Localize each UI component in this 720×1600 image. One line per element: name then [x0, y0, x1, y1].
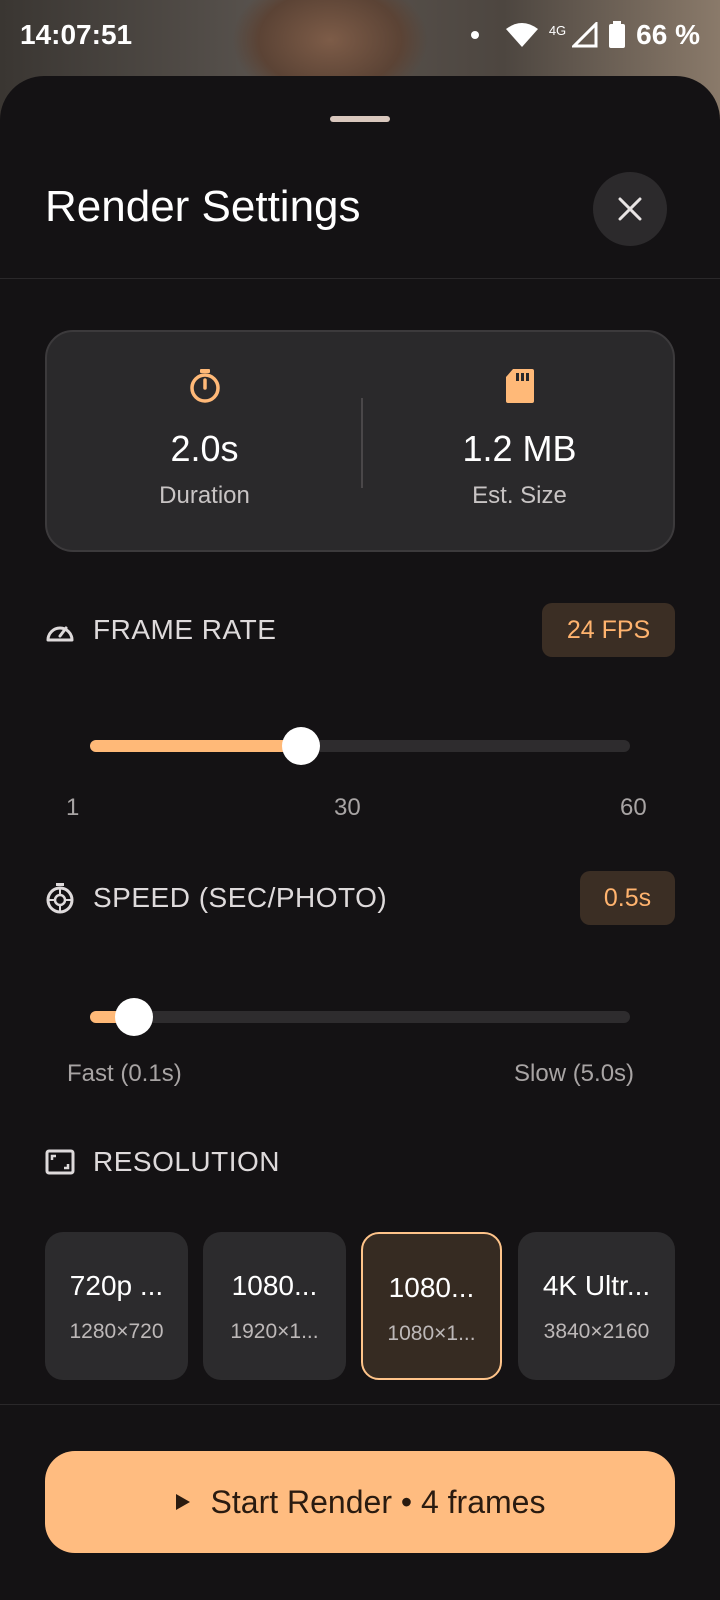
- render-summary-card: 2.0s Duration 1.2 MB Est. Size: [45, 330, 675, 552]
- battery-icon: [609, 21, 626, 48]
- resolution-option-name: 1080...: [388, 1272, 475, 1303]
- resolution-option-name: 1080...: [231, 1270, 318, 1301]
- resolution-option-dims: 1280×720: [69, 1320, 164, 1343]
- duration-stat: 2.0s Duration: [47, 332, 362, 554]
- frame-rate-label: FRAME RATE: [93, 614, 277, 645]
- size-stat: 1.2 MB Est. Size: [362, 332, 677, 554]
- duration-value: 2.0s: [170, 428, 239, 469]
- start-render-button[interactable]: Start Render • 4 frames: [45, 1451, 675, 1553]
- frame-rate-thumb[interactable]: [281, 727, 320, 765]
- status-icons: 4G 66 %: [470, 19, 700, 51]
- sd-card-icon: [505, 369, 534, 403]
- resolution-option-1080-landscape[interactable]: 1080... 1920×1...: [203, 1232, 346, 1380]
- frame-rate-fill: [90, 740, 301, 752]
- speed-label: SPEED (SEC/PHOTO): [93, 882, 388, 913]
- resolution-option-name: 720p ...: [69, 1270, 164, 1301]
- resolution-option-dims: 1920×1...: [230, 1320, 319, 1343]
- status-bar: 14:07:51 4G 66 %: [0, 0, 720, 70]
- frame-rate-badge: 24 FPS: [542, 603, 675, 657]
- speedometer-icon: [46, 626, 74, 642]
- speed-slider[interactable]: [90, 998, 630, 1036]
- drag-handle[interactable]: [330, 116, 390, 122]
- resolution-option-4k[interactable]: 4K Ultr... 3840×2160: [518, 1232, 675, 1380]
- notification-dot-icon: [470, 31, 479, 39]
- size-label: Est. Size: [472, 482, 567, 509]
- wifi-icon: [505, 23, 538, 47]
- timer-icon: [189, 369, 220, 403]
- header-divider: [0, 278, 720, 279]
- speed-thumb[interactable]: [115, 998, 154, 1036]
- speed-min-label: Fast (0.1s): [67, 1060, 182, 1087]
- frame-rate-tick-mid: 30: [334, 794, 361, 821]
- resolution-option-1080-portrait[interactable]: 1080... 1080×1...: [361, 1232, 502, 1380]
- resolution-option-dims: 1080×1...: [387, 1322, 476, 1345]
- frame-rate-tick-min: 1: [66, 794, 80, 821]
- speed-header: SPEED (SEC/PHOTO): [45, 882, 387, 914]
- speed-max-label: Slow (5.0s): [514, 1060, 635, 1087]
- resolution-label: RESOLUTION: [93, 1146, 281, 1177]
- render-settings-sheet: Render Settings 2.0s Duration 1.2 MB Est…: [0, 76, 720, 1600]
- resolution-header: RESOLUTION: [45, 1146, 280, 1178]
- signal-icon: [572, 22, 598, 48]
- frame-rate-header: FRAME RATE: [45, 614, 276, 646]
- play-icon: [175, 1494, 190, 1510]
- speed-badge: 0.5s: [580, 871, 675, 925]
- sheet-title: Render Settings: [45, 182, 361, 231]
- size-value: 1.2 MB: [462, 428, 577, 469]
- status-time: 14:07:51: [20, 19, 133, 50]
- stopwatch-icon: [46, 883, 74, 914]
- resolution-option-720p[interactable]: 720p ... 1280×720: [45, 1232, 188, 1380]
- footer-divider: [0, 1404, 720, 1405]
- close-icon: [618, 197, 642, 221]
- start-render-label: Start Render • 4 frames: [210, 1483, 546, 1520]
- close-button[interactable]: [593, 172, 667, 246]
- battery-percent: 66 %: [636, 19, 700, 50]
- resolution-option-name: 4K Ultr...: [542, 1270, 651, 1301]
- resolution-option-dims: 3840×2160: [543, 1320, 650, 1343]
- duration-label: Duration: [159, 482, 250, 509]
- network-type: 4G: [548, 23, 567, 38]
- frame-rate-slider[interactable]: [90, 727, 630, 765]
- frame-rate-tick-max: 60: [620, 794, 647, 821]
- aspect-ratio-icon: [45, 1149, 75, 1175]
